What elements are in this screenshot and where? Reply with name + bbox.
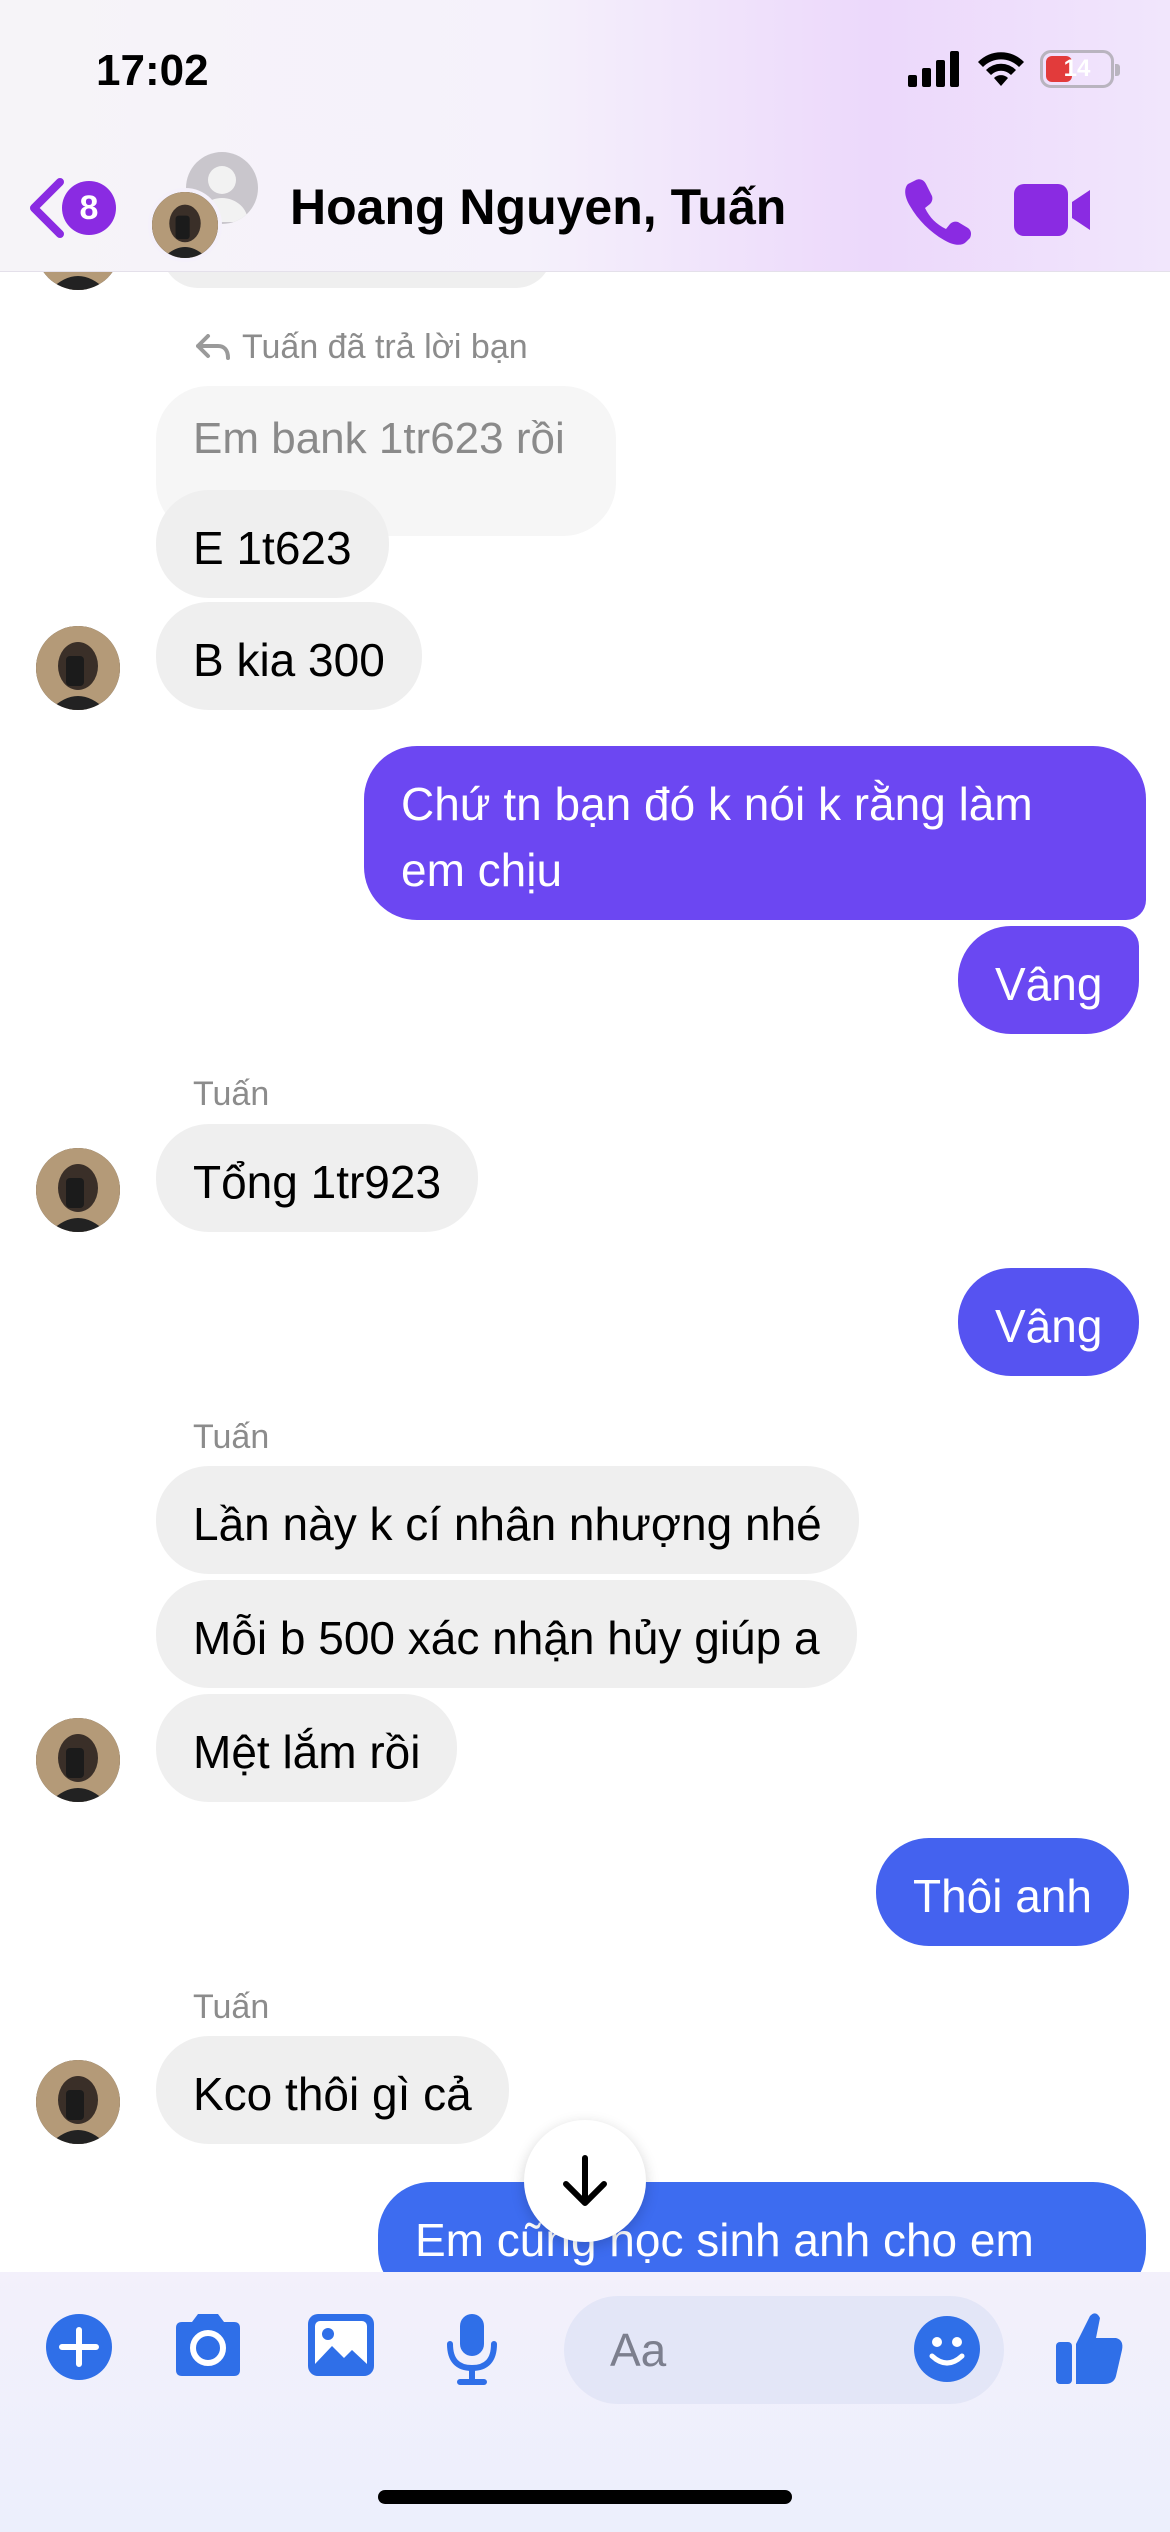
avatar [36, 1148, 120, 1232]
avatar [36, 2060, 120, 2144]
status-time: 17:02 [96, 46, 209, 95]
message-input-placeholder: Aa [610, 2324, 667, 2376]
status-icons: 14 [908, 50, 1120, 88]
message-text: E 1t623 [193, 522, 352, 574]
message-bubble-outgoing[interactable]: Chứ tn bạn đó k nói k rằng làm em chịu [364, 746, 1146, 920]
plus-icon[interactable] [44, 2312, 114, 2382]
unread-count-badge: 8 [62, 181, 116, 235]
group-avatar[interactable] [148, 152, 258, 262]
arrow-down-icon [563, 2155, 607, 2206]
sender-name: Tuấn [193, 1988, 270, 2026]
message-text: Tổng 1tr923 [193, 1156, 442, 1208]
battery-level: 14 [1063, 55, 1091, 82]
message-bubble[interactable]: Mỗi b 500 xác nhận hủy giúp a [156, 1580, 857, 1688]
message-text: Em bank 1tr623 rồi [193, 414, 565, 463]
message-text: Vâng [995, 1300, 1103, 1352]
message-text: Thôi anh [913, 1870, 1093, 1922]
reply-arrow-icon [196, 333, 230, 360]
message-bubble[interactable]: Mệt lắm rồi [156, 1694, 458, 1802]
message-bubble[interactable]: Lần này k cí nhân nhượng nhé [156, 1466, 859, 1574]
message-text: B kia 300 [193, 634, 385, 686]
reply-indicator: Tuấn đã trả lời bạn [196, 328, 528, 367]
message-text: Kco thôi gì cả [193, 2068, 472, 2120]
sender-name: Tuấn [193, 1418, 270, 1456]
message-text-line: Chứ tn bạn đó k nói k rằng làm [401, 778, 1033, 830]
message-bubble[interactable]: Kco thôi gì cả [156, 2036, 509, 2144]
message-text: Lần này k cí nhân nhượng nhé [193, 1498, 822, 1550]
message-text: Mệt lắm rồi [193, 1726, 421, 1778]
back-button[interactable]: 8 [24, 176, 116, 240]
message-text: Vâng [995, 958, 1103, 1010]
scroll-to-bottom-button[interactable] [524, 2120, 646, 2242]
avatar [36, 1718, 120, 1802]
wifi-icon [978, 52, 1024, 86]
phone-call-icon[interactable] [902, 176, 972, 246]
avatar [36, 626, 120, 710]
message-bubble[interactable]: B kia 300 [156, 602, 422, 710]
chat-title[interactable]: Hoang Nguyen, Tuấn [290, 178, 786, 236]
emoji-icon[interactable] [912, 2314, 982, 2384]
cellular-signal-icon [908, 51, 959, 87]
image-icon[interactable] [306, 2312, 376, 2378]
camera-icon[interactable] [170, 2312, 246, 2378]
message-bubble[interactable]: Tổng 1tr923 [156, 1124, 479, 1232]
battery-icon: 14 [1040, 50, 1120, 88]
message-bubble-outgoing[interactable]: Vâng [958, 926, 1140, 1034]
avatar [148, 188, 222, 262]
message-text: Em cũng học sinh anh cho em [415, 2214, 1034, 2266]
video-call-icon[interactable] [1012, 180, 1092, 240]
message-text: Mỗi b 500 xác nhận hủy giúp a [193, 1612, 820, 1664]
sender-name: Tuấn [193, 1075, 270, 1113]
message-bubble-outgoing[interactable]: Vâng [958, 1268, 1140, 1376]
message-text-line: em chịu [401, 844, 563, 896]
thumbs-up-icon[interactable] [1054, 2310, 1124, 2386]
message-bubble-outgoing[interactable]: Thôi anh [876, 1838, 1130, 1946]
message-bubble[interactable]: E 1t623 [156, 490, 389, 598]
reply-label-text: Tuấn đã trả lời bạn [242, 328, 528, 366]
microphone-icon[interactable] [444, 2312, 500, 2386]
home-indicator [378, 2490, 792, 2504]
